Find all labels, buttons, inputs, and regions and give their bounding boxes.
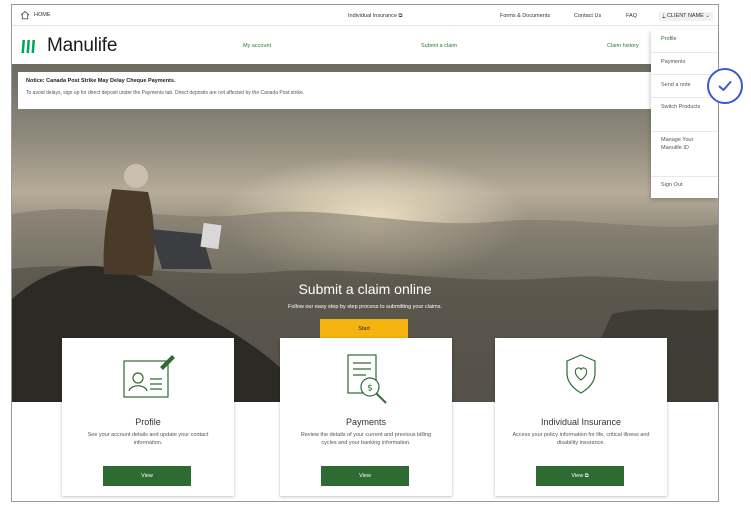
notice-body: To avoid delays, sign up for direct depo…: [26, 90, 305, 96]
nav-claim-history[interactable]: Claim history: [607, 43, 639, 49]
menu-divider: [651, 176, 718, 177]
main-nav: Manulife My account Submit a claim Claim…: [12, 26, 718, 64]
checkmark-badge: [707, 68, 743, 104]
profile-card-title: Profile: [135, 417, 161, 427]
individual-insurance-card: Individual Insurance Access your policy …: [495, 338, 667, 496]
contact-us-link[interactable]: Contact Us: [574, 13, 601, 19]
payments-card: $ Payments Review the details of your cu…: [280, 338, 452, 496]
forms-documents-link[interactable]: Forms & Documents: [500, 13, 550, 19]
nav-my-account[interactable]: My account: [243, 43, 271, 49]
notice-banner: Notice: Canada Post Strike May Delay Che…: [18, 72, 673, 109]
home-icon: [20, 10, 30, 20]
profile-view-button[interactable]: View: [103, 466, 191, 486]
menu-divider: [651, 52, 718, 53]
browser-frame: HOME Individual Insurance ⧉ Forms & Docu…: [11, 4, 719, 502]
faq-link[interactable]: FAQ: [626, 13, 637, 19]
hero-subtitle: Follow our easy step by step process to …: [287, 304, 443, 310]
utility-bar: HOME Individual Insurance ⧉ Forms & Docu…: [12, 5, 718, 26]
individual-insurance-link[interactable]: Individual Insurance ⧉: [348, 13, 402, 20]
payments-card-description: Review the details of your current and p…: [300, 432, 432, 446]
shield-heart-icon: [566, 354, 596, 394]
menu-divider: [651, 74, 718, 75]
nav-submit-claim[interactable]: Submit a claim: [421, 43, 457, 49]
brand-name: Manulife: [47, 35, 118, 56]
client-name-menu[interactable]: ⍊ CLIENT NAME ⌄: [659, 12, 713, 21]
payments-card-icon: $: [347, 354, 387, 404]
individual-insurance-view-button[interactable]: View ⧉: [536, 466, 624, 486]
start-claim-button[interactable]: Start: [320, 319, 408, 338]
manulife-logo-icon: [21, 40, 35, 53]
menu-divider: [651, 131, 718, 132]
home-link[interactable]: HOME: [20, 10, 51, 20]
menu-item-payments[interactable]: Payments: [661, 59, 714, 67]
menu-item-profile[interactable]: Profile: [661, 36, 714, 44]
menu-item-sign-out[interactable]: Sign Out: [661, 182, 714, 190]
home-label: HOME: [34, 12, 51, 18]
individual-insurance-card-title: Individual Insurance: [540, 417, 622, 427]
payments-view-button[interactable]: View: [321, 466, 409, 486]
individual-insurance-card-description: Access your policy information for life,…: [512, 432, 650, 446]
payments-card-title: Payments: [345, 417, 387, 427]
checkmark-icon: [718, 81, 732, 91]
user-icon: ⍊: [662, 13, 666, 19]
client-menu-dropdown: Profile Payments Send a note Switch Prod…: [651, 30, 718, 198]
profile-card-icon: [123, 355, 175, 398]
svg-text:$: $: [367, 384, 373, 394]
external-link-icon: ⧉: [398, 13, 403, 19]
profile-card: Profile See your account details and upd…: [62, 338, 234, 496]
manulife-logo[interactable]: Manulife: [21, 35, 117, 57]
notice-title: Notice: Canada Post Strike May Delay Che…: [26, 78, 176, 84]
chevron-down-icon: ⌄: [705, 13, 710, 19]
external-link-icon: ⧉: [584, 472, 589, 479]
menu-item-switch-products[interactable]: Switch Products: [661, 104, 701, 112]
profile-card-description: See your account details and update your…: [87, 432, 209, 446]
menu-item-manage-id[interactable]: Manage Your Manulife ID: [661, 137, 697, 153]
menu-divider: [651, 97, 718, 98]
hero-title: Submit a claim online: [298, 281, 432, 297]
